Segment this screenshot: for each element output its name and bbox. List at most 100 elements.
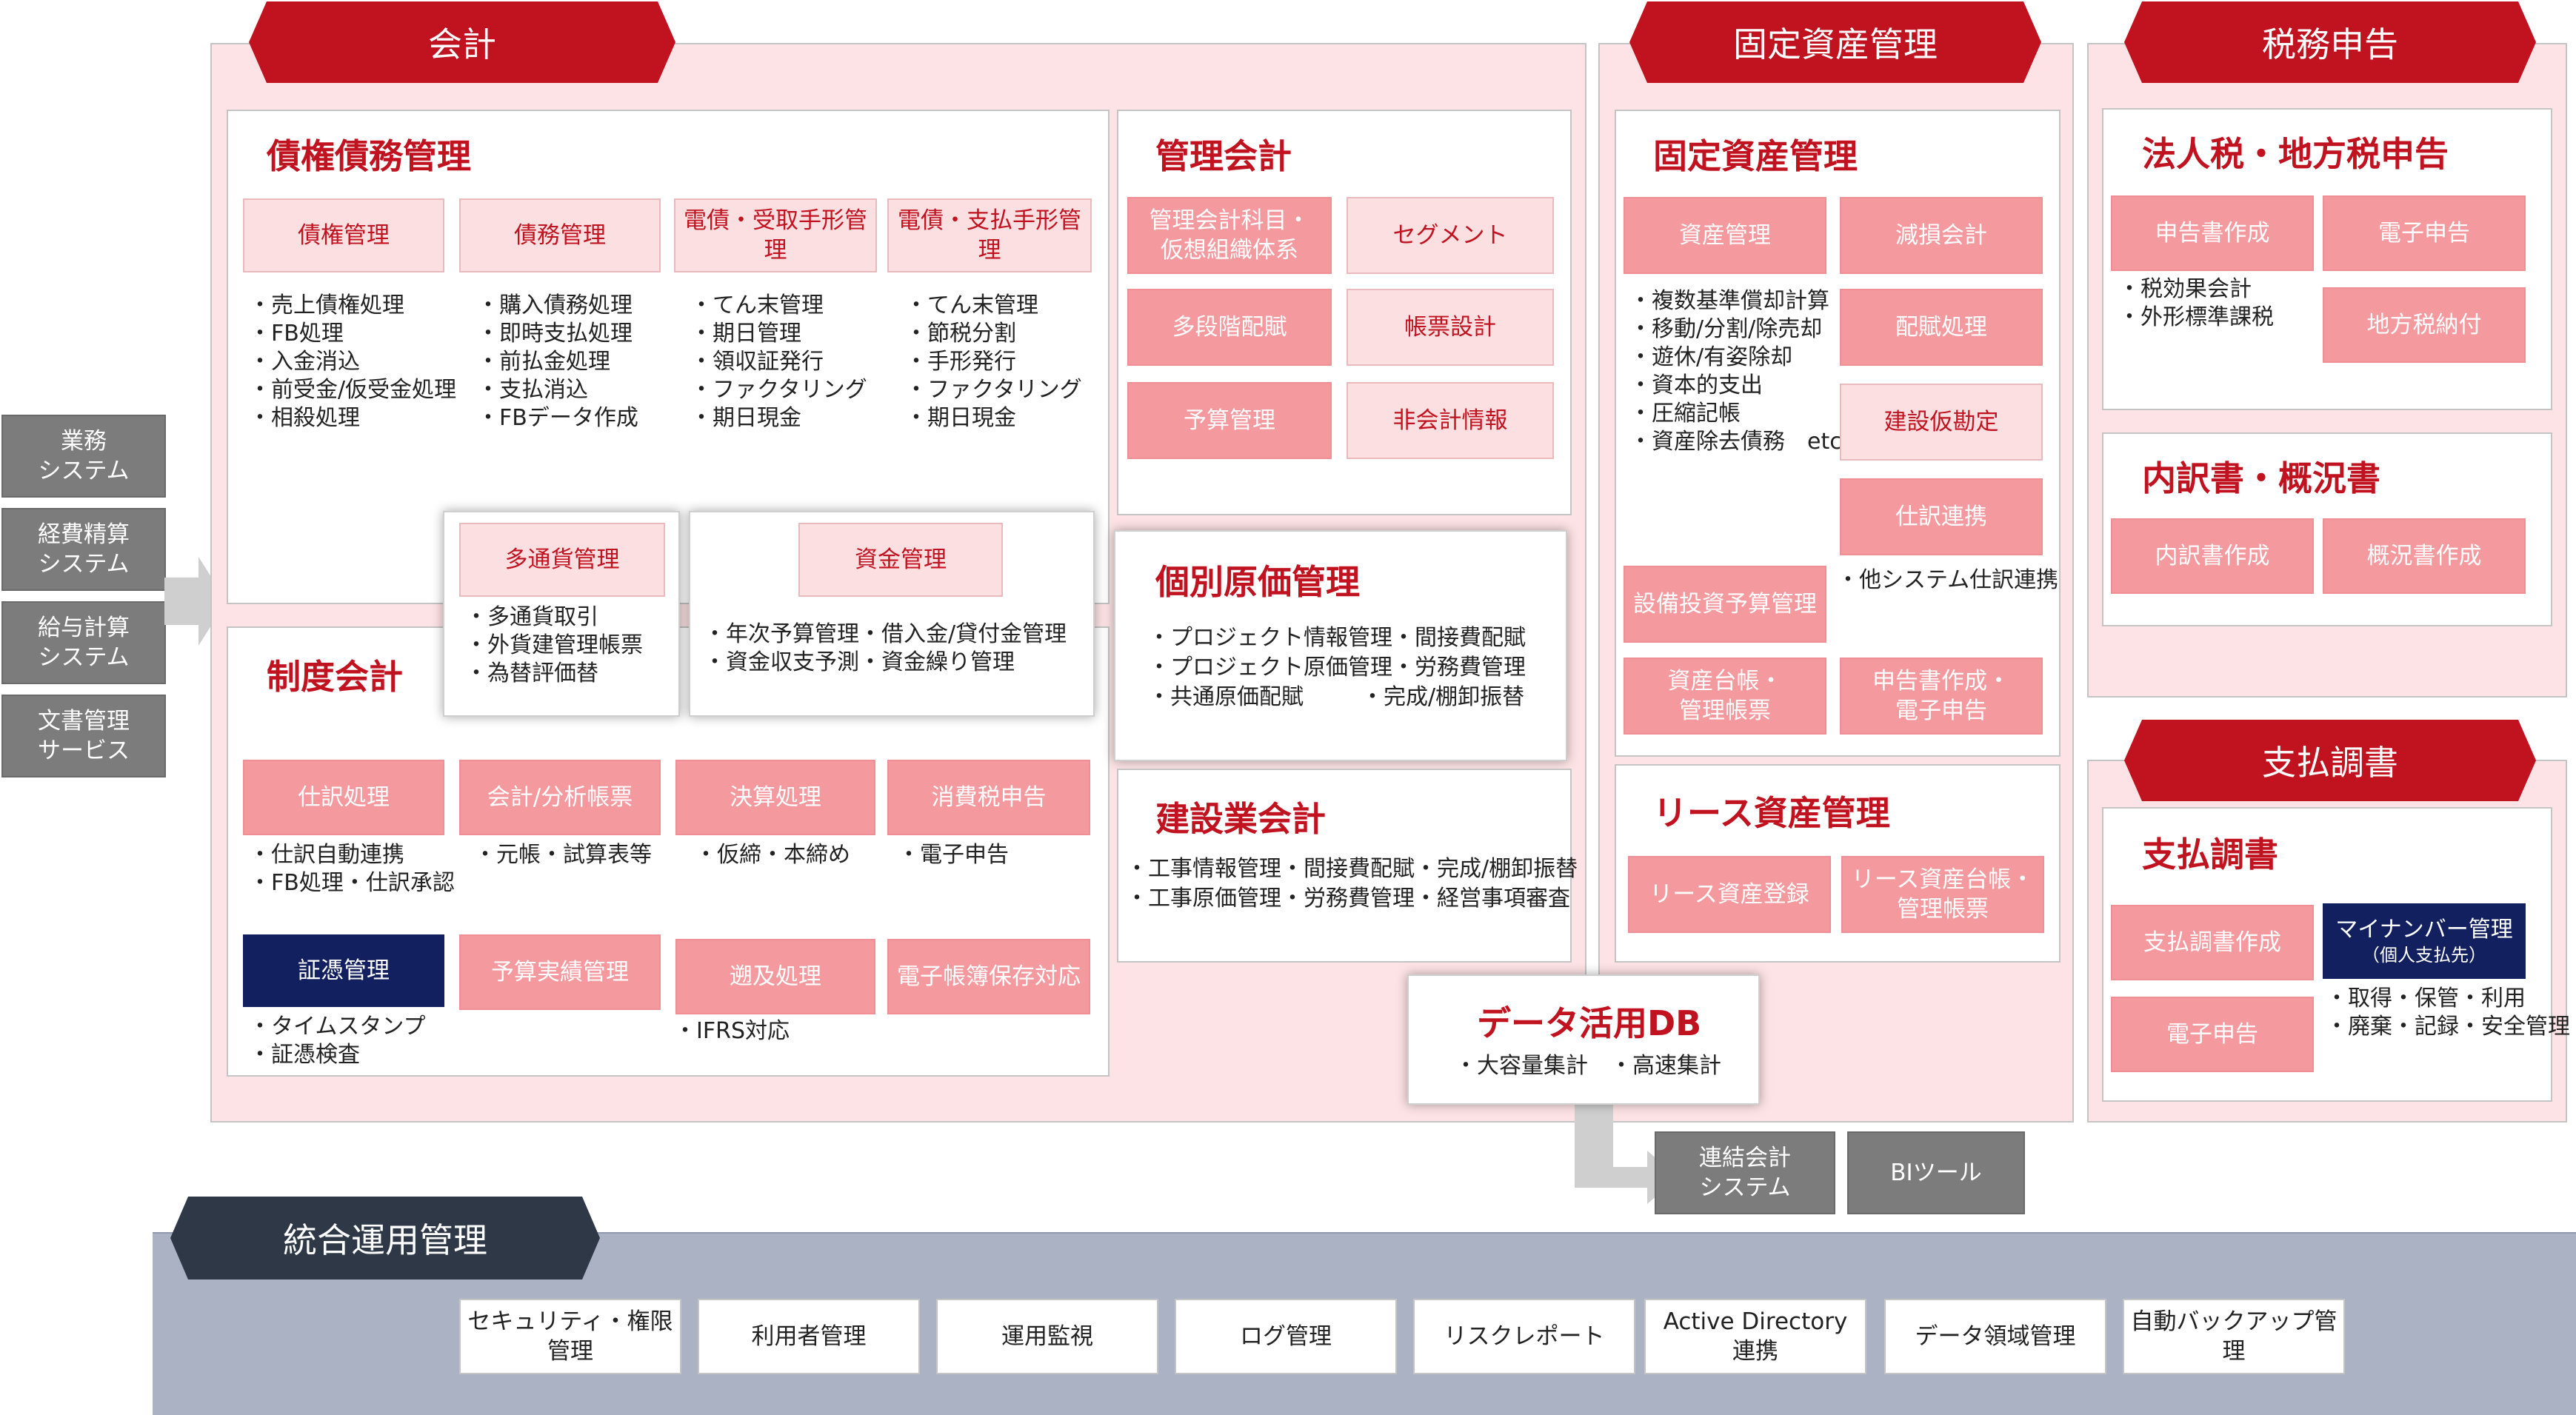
tadankai-haifu-button[interactable]: 多段階配賦 xyxy=(1127,289,1332,366)
list-item: ・取得・保管・利用 xyxy=(2326,986,2526,1011)
chihozei-button[interactable]: 地方税納付 xyxy=(2323,287,2526,363)
list-item: ・ファクタリング xyxy=(690,377,867,403)
shikin-list: ・年次予算管理・借入金/貸付金管理 ・資金収支予測・資金繰り管理 xyxy=(704,620,1067,677)
togo-security-item[interactable]: セキュリティ・権限管理 xyxy=(459,1299,681,1374)
list-item: ・入金消込 xyxy=(249,349,360,375)
renkei-note: ・他システム仕訳連携 xyxy=(1837,567,2059,593)
list-item: ・期日管理 xyxy=(690,321,801,347)
togo-ad-item[interactable]: Active Directory 連携 xyxy=(1644,1299,1866,1374)
mynumber-sub: （個人支払先） xyxy=(2362,945,2486,966)
kessan-list: ・仮締・本締め xyxy=(695,841,850,869)
kobetsu-title: 個別原価管理 xyxy=(1155,562,1360,602)
togo-banner: 統合運用管理 xyxy=(170,1197,600,1279)
kensetsu-line-2: ・工事原価管理・労務費管理・経営事項審査 xyxy=(1126,886,1570,911)
hojin-list: ・税効果会計 ・外形標準課税 xyxy=(2118,275,2274,332)
list-item: ・為替評価替 xyxy=(465,660,598,686)
db-title: データ活用DB xyxy=(1477,1003,1702,1043)
list-item: ・資産除去債務 etc. xyxy=(1629,429,1849,455)
togo-kanshi-item[interactable]: 運用監視 xyxy=(936,1299,1158,1374)
shisan-daicho-button[interactable]: 資産台帳・ 管理帳票 xyxy=(1624,658,1826,735)
togo-data-item[interactable]: データ領域管理 xyxy=(1884,1299,2106,1374)
list-item: ・支払消込 xyxy=(477,377,588,403)
list-item: ・仮締・本締め xyxy=(695,842,850,868)
list-item: ・FB処理 xyxy=(249,321,344,347)
kanri-kamoku-button[interactable]: 管理会計科目・ 仮想組織体系 xyxy=(1127,197,1332,274)
shiharai-sakusei-button[interactable]: 支払調書作成 xyxy=(2111,905,2314,980)
shiharai-banner: 支払調書 xyxy=(2124,720,2536,801)
list-item: ・領収証発行 xyxy=(690,349,824,375)
densai-uketori-list: ・てん末管理 ・期日管理 ・領収証発行 ・ファクタリング ・期日現金 xyxy=(690,292,867,432)
shisan-kanri-button[interactable]: 資産管理 xyxy=(1624,197,1826,274)
sokyu-list: ・IFRS対応 xyxy=(674,1017,790,1046)
shohyo-button[interactable]: 証憑管理 xyxy=(243,934,444,1007)
shinkoku-denshi-button[interactable]: 申告書作成・ 電子申告 xyxy=(1840,658,2043,735)
list-item: ・移動/分割/除売却 xyxy=(1629,316,1823,342)
saiken-kanri-list: ・売上債権処理 ・FB処理 ・入金消込 ・前受金/仮受金処理 ・相殺処理 xyxy=(249,292,456,432)
yosan-jisseki-button[interactable]: 予算実績管理 xyxy=(459,934,661,1010)
togo-risk-item[interactable]: リスクレポート xyxy=(1413,1299,1635,1374)
kobetsu-line-1: ・プロジェクト情報管理・間接費配賦 xyxy=(1148,625,1526,651)
list-item: ・外貨建管理帳票 xyxy=(465,632,643,658)
tasuka-list: ・多通貨取引 ・外貨建管理帳票 ・為替評価替 xyxy=(465,603,643,688)
zeimu-denshi-button[interactable]: 電子申告 xyxy=(2323,195,2526,271)
mynumber-list: ・取得・保管・利用 ・廃棄・記録・安全管理 xyxy=(2326,985,2570,1041)
gaikyo-sakusei-button[interactable]: 概況書作成 xyxy=(2323,518,2526,594)
saimu-kanri-button[interactable]: 債務管理 xyxy=(459,198,661,272)
list-item: ・多通貨取引 xyxy=(465,604,598,630)
kotei-banner: 固定資産管理 xyxy=(1629,1,2041,83)
source-kyuyo-system: 給与計算 システム xyxy=(1,601,166,684)
db-items: ・大容量集計 ・高速集計 xyxy=(1455,1053,1721,1079)
kessan-button[interactable]: 決算処理 xyxy=(675,760,875,835)
genson-button[interactable]: 減損会計 xyxy=(1840,197,2043,274)
saimu-kanri-list: ・購入債務処理 ・即時支払処理 ・前払金処理 ・支払消込 ・FBデータ作成 xyxy=(477,292,638,432)
densai-shiharai-button[interactable]: 電債・支払手形管理 xyxy=(887,198,1092,272)
shiwake-renkei-button[interactable]: 仕訳連携 xyxy=(1840,478,2043,555)
setsubi-yosan-button[interactable]: 設備投資予算管理 xyxy=(1624,566,1826,643)
togo-log-item[interactable]: ログ管理 xyxy=(1175,1299,1397,1374)
densai-uketori-button[interactable]: 電債・受取手形管理 xyxy=(674,198,877,272)
list-item: ・節税分割 xyxy=(905,321,1016,347)
list-item: ・資金収支予測・資金繰り管理 xyxy=(704,649,1015,675)
list-item: ・FB処理・仕訳承認 xyxy=(249,870,455,896)
shohizei-button[interactable]: 消費税申告 xyxy=(887,760,1090,835)
kaikei-banner: 会計 xyxy=(249,1,675,83)
kotei-title: 固定資産管理 xyxy=(1653,136,1858,176)
kensetsu-line-1: ・工事情報管理・間接費配賦・完成/棚卸振替 xyxy=(1126,856,1578,882)
uchiwake-sakusei-button[interactable]: 内訳書作成 xyxy=(2111,518,2314,594)
list-item: ・相殺処理 xyxy=(249,405,360,431)
list-item: ・税効果会計 xyxy=(2118,276,2252,302)
shiwake-button[interactable]: 仕訳処理 xyxy=(243,760,444,835)
zeimu-banner: 税務申告 xyxy=(2124,1,2536,83)
yosan-kanri-button[interactable]: 予算管理 xyxy=(1127,382,1332,459)
saiken-kanri-button[interactable]: 債権管理 xyxy=(243,198,444,272)
mynumber-button[interactable]: マイナンバー管理 （個人支払先） xyxy=(2323,903,2526,979)
hojin-title: 法人税・地方税申告 xyxy=(2142,134,2449,174)
lease-daicho-button[interactable]: リース資産台帳・ 管理帳票 xyxy=(1841,856,2044,933)
haifu-button[interactable]: 配賦処理 xyxy=(1840,289,2043,366)
kobetsu-line-3b: ・完成/棚卸振替 xyxy=(1361,684,1525,710)
kaikei-bunseki-button[interactable]: 会計/分析帳票 xyxy=(459,760,661,835)
list-item: ・年次予算管理・借入金/貸付金管理 xyxy=(704,621,1067,647)
shiwake-list: ・仕訳自動連携 ・FB処理・仕訳承認 xyxy=(249,841,455,897)
kensetsu-kari-button[interactable]: 建設仮勘定 xyxy=(1840,384,2043,461)
list-item: ・前払金処理 xyxy=(477,349,610,375)
list-item: ・FBデータ作成 xyxy=(477,405,638,431)
list-item: ・てん末管理 xyxy=(905,292,1038,318)
list-item: ・元帳・試算表等 xyxy=(474,842,652,868)
shinkokusho-button[interactable]: 申告書作成 xyxy=(2111,195,2314,271)
togo-riyosha-item[interactable]: 利用者管理 xyxy=(698,1299,920,1374)
shikin-button[interactable]: 資金管理 xyxy=(798,523,1003,597)
tasuka-button[interactable]: 多通貨管理 xyxy=(459,523,665,597)
seido-title: 制度会計 xyxy=(267,657,403,697)
denshi-chobo-button[interactable]: 電子帳簿保存対応 xyxy=(887,939,1090,1014)
hikaikei-button[interactable]: 非会計情報 xyxy=(1347,382,1554,459)
segment-button[interactable]: セグメント xyxy=(1347,197,1554,274)
kanri-title: 管理会計 xyxy=(1155,136,1292,176)
sokyu-button[interactable]: 遡及処理 xyxy=(675,939,875,1014)
shohyo-list: ・タイムスタンプ ・証憑検査 xyxy=(249,1013,426,1069)
togo-backup-item[interactable]: 自動バックアップ管理 xyxy=(2123,1299,2345,1374)
chohyo-sekkei-button[interactable]: 帳票設計 xyxy=(1347,289,1554,366)
lease-toroku-button[interactable]: リース資産登録 xyxy=(1628,856,1831,933)
shiharai-denshi-button[interactable]: 電子申告 xyxy=(2111,997,2314,1072)
list-item: ・外形標準課税 xyxy=(2118,304,2274,330)
